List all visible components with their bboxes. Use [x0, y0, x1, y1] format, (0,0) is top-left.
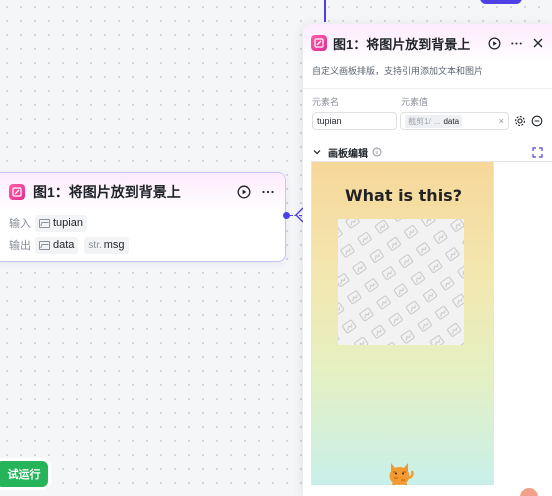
- output-port[interactable]: [283, 212, 290, 219]
- image-placeholder[interactable]: [338, 219, 464, 345]
- cat-sticker[interactable]: [384, 458, 416, 487]
- fields-header: 元素名 元素值: [303, 89, 552, 108]
- field-value-header: 元素值: [401, 97, 429, 107]
- canvas-edit-section-header[interactable]: 画板编辑: [303, 130, 552, 160]
- chevron-down-icon[interactable]: [312, 147, 322, 157]
- more-icon[interactable]: [261, 185, 275, 199]
- value-ref-chip: 截剪1/ ... data: [405, 114, 463, 128]
- test-run-button[interactable]: 试运行: [0, 461, 48, 487]
- node-output-row: 输出 data str. msg: [0, 235, 285, 255]
- info-icon[interactable]: [372, 147, 382, 157]
- field-name-header: 元素名: [312, 97, 340, 107]
- value-ref-label: data: [443, 116, 460, 126]
- top-connector-line: [324, 0, 326, 22]
- field-row: tupian 截剪1/ ... data ×: [303, 108, 552, 130]
- section-title: 画板编辑: [328, 148, 368, 160]
- canvas-preview[interactable]: What is this?: [311, 161, 494, 487]
- panel-header: 图1：将图片放到背景上: [303, 24, 552, 62]
- element-name-input[interactable]: tupian: [312, 112, 398, 130]
- canvas-node-icon: [9, 184, 25, 200]
- canvas-node-icon: [311, 35, 327, 51]
- output-tag-msg: str. msg: [84, 236, 129, 254]
- output-tag-type: str.: [88, 239, 102, 251]
- panel-description: 自定义画板排版，支持引用添加文本和图片: [312, 66, 484, 76]
- close-icon[interactable]: [532, 37, 544, 49]
- properties-panel: 图1：将图片放到背景上 自定义画板排版，支持引用添加文本和图片 元素名 元素值 …: [303, 24, 552, 496]
- settings-icon[interactable]: [514, 115, 526, 127]
- clear-icon[interactable]: ×: [499, 116, 504, 126]
- play-icon[interactable]: [488, 37, 501, 50]
- output-label: 输出: [9, 240, 31, 252]
- remove-icon[interactable]: [531, 115, 543, 127]
- canvas-side-area: [494, 161, 552, 487]
- input-label: 输入: [9, 218, 31, 230]
- image-icon: [39, 218, 50, 228]
- output-tag: data: [35, 236, 79, 254]
- node-input-row: 输入 tupian: [0, 213, 285, 233]
- input-tag-label: tupian: [53, 217, 83, 229]
- play-icon[interactable]: [237, 185, 251, 199]
- node-card[interactable]: 图1：将图片放到背景上 输入 tupian 输出 data str. msg: [0, 172, 286, 262]
- node-title: 图1：将图片放到背景上: [33, 184, 181, 200]
- panel-title[interactable]: 图1：将图片放到背景上: [333, 34, 479, 53]
- element-value-select[interactable]: 截剪1/ ... data ×: [400, 112, 509, 130]
- top-action-button[interactable]: [480, 0, 522, 4]
- expand-icon[interactable]: [532, 146, 543, 158]
- image-icon: [39, 240, 50, 250]
- value-ref-ellipsis: ...: [433, 116, 441, 126]
- output-tag-label: data: [53, 239, 75, 251]
- value-ref-prefix: 截剪1/: [408, 116, 431, 126]
- canvas-text-element[interactable]: What is this?: [312, 186, 493, 205]
- more-icon[interactable]: [510, 37, 523, 50]
- input-tag: tupian: [35, 214, 87, 232]
- output-tag-msg-label: msg: [103, 239, 125, 251]
- node-header: 图1：将图片放到背景上: [0, 173, 285, 211]
- panel-bottom-bar: [303, 485, 552, 496]
